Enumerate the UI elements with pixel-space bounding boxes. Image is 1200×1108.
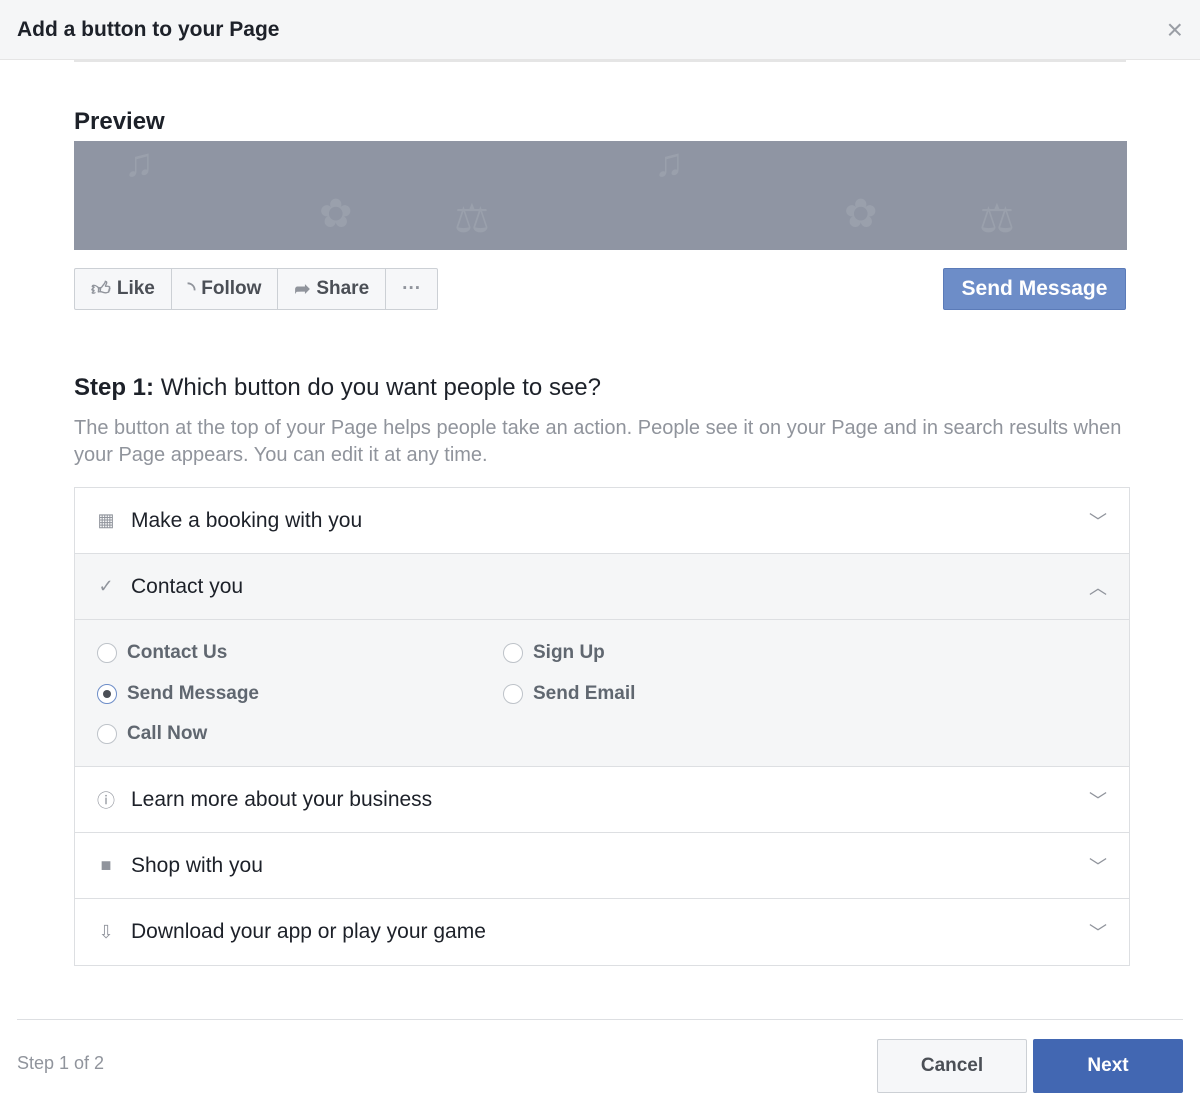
download-icon: ⇩	[98, 921, 114, 942]
check-icon: ✓	[98, 576, 114, 596]
share-button[interactable]: ➦ Share	[278, 269, 387, 309]
chevron-down-icon: ﹀	[1089, 511, 1107, 532]
option-contact-us[interactable]: Contact Us	[97, 642, 227, 664]
dialog-header: Add a button to your Page ×	[0, 0, 1200, 60]
info-icon: ⓘ	[97, 790, 115, 811]
chevron-down-icon: ﹀	[1089, 856, 1107, 877]
more-icon: ···	[402, 278, 422, 299]
radio[interactable]	[503, 643, 523, 663]
radio-selected[interactable]	[97, 684, 117, 704]
chevron-down-icon: ﹀	[1089, 923, 1107, 943]
rss-icon: ◝	[187, 278, 196, 300]
category-shop[interactable]: ■ Shop with you ﹀	[75, 833, 1129, 899]
option-sign-up[interactable]: Sign Up	[503, 642, 605, 664]
option-send-message[interactable]: Send Message	[97, 683, 259, 705]
send-message-preview-button[interactable]: Send Message	[943, 268, 1126, 310]
category-list: ▦ Make a booking with you ﹀ ✓ Contact you ︿ …	[74, 487, 1130, 966]
chevron-down-icon: ﹀	[1089, 790, 1107, 811]
divider	[17, 1019, 1183, 1020]
radio[interactable]	[97, 643, 117, 663]
shopping-bag-icon: ■	[100, 855, 112, 875]
share-icon: ➦	[294, 278, 311, 300]
step-heading: Step 1: Which button do you want people …	[74, 374, 601, 401]
category-learn-more[interactable]: ⓘ Learn more about your business ﹀	[75, 767, 1129, 833]
close-icon[interactable]: ×	[1167, 14, 1183, 46]
divider	[74, 60, 1126, 62]
calendar-icon: ▦	[97, 510, 115, 530]
step-description: The button at the top of your Page helps…	[74, 417, 1122, 466]
radio[interactable]	[503, 684, 523, 704]
dialog-title: Add a button to your Page	[17, 17, 280, 41]
option-call-now[interactable]: Call Now	[97, 723, 207, 745]
category-download[interactable]: ⇩ Download your app or play your game ﹀	[75, 899, 1129, 965]
preview-title: Preview	[74, 108, 165, 135]
contact-options: Contact Us Send Message Call Now Sign Up…	[75, 620, 1129, 767]
radio[interactable]	[97, 724, 117, 744]
thumbs-up-icon: 👍︎	[91, 278, 111, 300]
page-actions: 👍︎ Like ◝ Follow ➦ Share ···	[74, 268, 439, 310]
step-indicator: Step 1 of 2	[17, 1053, 105, 1073]
like-button[interactable]: 👍︎ Like	[75, 269, 172, 309]
next-button[interactable]: Next	[1033, 1039, 1183, 1093]
more-button[interactable]: ···	[386, 269, 437, 309]
chevron-up-icon: ︿	[1089, 577, 1107, 598]
cancel-button[interactable]: Cancel	[877, 1039, 1027, 1093]
follow-button[interactable]: ◝ Follow	[172, 269, 279, 309]
category-booking[interactable]: ▦ Make a booking with you ﹀	[75, 488, 1129, 554]
option-send-email[interactable]: Send Email	[503, 683, 635, 705]
category-contact[interactable]: ✓ Contact you ︿	[75, 554, 1129, 620]
cover-photo: ♫ ♫ ⚖ ⚖ ✿ ✿	[74, 141, 1127, 250]
